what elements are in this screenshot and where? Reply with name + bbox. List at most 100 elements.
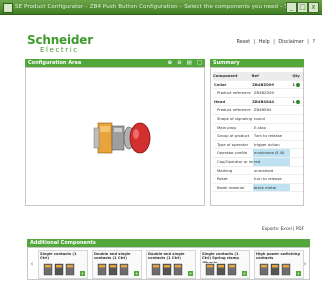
table-row[interactable]: Product reference ZB4BZ009 <box>213 89 303 98</box>
summary-panel: Component Ref Qty Collar ZB4BZ009 1 Product… <box>210 67 304 206</box>
ref-cell: ZB4BZ009 <box>252 81 275 87</box>
table-row[interactable]: Group of product Turn to release <box>213 132 303 141</box>
add-icon[interactable]: + <box>134 271 139 276</box>
mushroom-highlight <box>133 129 139 139</box>
component-card[interactable]: Double and single contacts (1 Ctrl) + <box>92 250 142 279</box>
additional-components-header: Additional Components <box>27 239 310 247</box>
component-cell: Product reference <box>217 90 251 96</box>
column-header: Ref <box>251 73 259 78</box>
table-row[interactable]: Head ZB4BS844 1 <box>213 98 303 107</box>
component-cell: Bezel material <box>217 184 245 190</box>
table-row[interactable]: Collar ZB4BZ009 1 <box>213 81 303 90</box>
contact-terminal-shape <box>67 265 73 268</box>
component-cell: Product reference <box>217 107 251 113</box>
contact-terminal-shape <box>56 265 62 268</box>
separator: | <box>253 40 256 45</box>
ref-cell: red <box>252 157 290 166</box>
component-cell: Main prop <box>217 124 236 130</box>
ref-cell: E-stop <box>253 124 266 130</box>
qty-cell <box>290 132 303 140</box>
component-card[interactable]: Double and single contacts (1 Ctrl) + <box>146 250 196 279</box>
disclaimer-link[interactable]: Disclaimer <box>278 40 303 45</box>
table-header: Component Ref Qty <box>213 72 303 81</box>
add-icon[interactable]: + <box>80 271 85 276</box>
component-card[interactable]: Single contacts (1 Ctrl) + <box>38 250 88 279</box>
column-header: Component <box>213 73 238 78</box>
add-icon[interactable]: + <box>296 271 301 276</box>
minimize-button[interactable]: _ <box>286 2 297 13</box>
component-cell: Reset <box>217 176 228 182</box>
qty-cell <box>290 175 303 183</box>
contact-terminal-shape <box>283 265 289 268</box>
status-dot-icon[interactable] <box>295 82 300 87</box>
window-title: SE Product Configurator – ZB4 Push Butto… <box>15 4 305 10</box>
product-3d-view[interactable] <box>26 68 204 205</box>
contact-terminal-shape <box>110 265 116 268</box>
configuration-toolbar: ⊕ ⊖ ▤ □ <box>165 59 202 67</box>
qty-value: 1 <box>292 98 295 104</box>
table-row[interactable]: Operator profile mushroom Ø 40 <box>213 149 303 158</box>
qty-cell <box>290 184 303 192</box>
qty-cell <box>290 115 303 123</box>
contact-block-image <box>259 263 291 276</box>
zoom-in-icon[interactable]: ⊕ <box>168 60 173 66</box>
component-cell: Marking <box>217 167 233 173</box>
separator: | <box>273 40 275 45</box>
contact-terminal-shape <box>121 265 127 268</box>
component-cell: Type of operator <box>217 141 249 147</box>
component-cell: Collar <box>214 81 227 87</box>
table-row[interactable]: Main prop E-stop <box>213 124 303 133</box>
help-link[interactable]: Help <box>259 40 270 45</box>
component-card-label: Double and single contacts (1 Ctrl) <box>94 252 131 261</box>
reset-link[interactable]: Reset <box>237 40 250 45</box>
ref-cell: round <box>253 115 265 121</box>
contact-terminal-shape <box>272 265 278 268</box>
qty-cell <box>290 149 303 157</box>
table-row[interactable]: Bezel material black metal <box>213 183 303 193</box>
contact-terminal-shape <box>207 265 213 268</box>
contact-terminal-shape <box>175 265 181 268</box>
component-cell: Group of product <box>217 133 250 139</box>
qty-cell: 1 <box>289 81 303 89</box>
schneider-logo[interactable]: Schneider Electric <box>27 34 93 54</box>
e-stop-mushroom-head <box>129 122 151 154</box>
ref-cell: unmarked <box>253 167 274 173</box>
table-row[interactable]: Type of operator trigger action <box>213 141 303 150</box>
component-card-label: Single contacts (1 Ctrl) Spring clamp /P… <box>202 252 239 263</box>
ref-cell: mushroom Ø 40 <box>252 149 290 157</box>
close-button[interactable]: x <box>308 2 319 13</box>
zoom-out-icon[interactable]: ⊖ <box>177 60 182 66</box>
ref-cell: Turn to release <box>253 133 283 139</box>
ref-cell: black metal <box>252 183 290 192</box>
table-row[interactable]: Product reference ZB4BS84 <box>213 106 303 115</box>
component-card[interactable]: High power switching contacts + <box>254 250 304 279</box>
summary-title: Summary <box>213 60 240 66</box>
table-row[interactable]: Shape of signaling round <box>213 115 303 124</box>
print-icon[interactable]: ▤ <box>187 60 192 66</box>
additional-components-strip: ‹ › Single contacts (1 Ctrl) + Double and … <box>27 247 310 280</box>
add-icon[interactable]: + <box>242 271 247 276</box>
qty-value: 1 <box>292 81 295 87</box>
exports-links[interactable]: Exports: Excel | PDF <box>210 226 304 231</box>
component-card-label: High power switching contacts <box>256 252 300 261</box>
component-cell: Head <box>214 98 226 104</box>
component-cell: Operator profile <box>217 150 248 156</box>
add-icon[interactable]: + <box>188 271 193 276</box>
contact-block-face <box>100 126 110 132</box>
component-card[interactable]: Single contacts (1 Ctrl) Spring clamp /P… <box>200 250 250 279</box>
fullscreen-icon[interactable]: □ <box>197 60 202 66</box>
table-row[interactable]: Reset turn to release <box>213 175 303 184</box>
ref-cell: trigger action <box>253 141 280 147</box>
status-dot-icon[interactable] <box>295 99 300 104</box>
contact-terminal-shape <box>99 265 105 268</box>
table-row[interactable]: Marking unmarked <box>213 167 303 176</box>
table-row[interactable]: Cap/Operator or len red <box>213 157 303 167</box>
logo-word-2: Electric <box>40 46 79 54</box>
qty-cell: 1 <box>289 98 303 106</box>
help-question-link[interactable]: ? <box>312 40 315 45</box>
contact-block-image <box>205 263 237 276</box>
contact-terminal-shape <box>261 265 267 268</box>
contact-terminal-shape <box>153 265 159 268</box>
scroll-left-arrow[interactable]: ‹ <box>29 256 35 272</box>
maximize-button[interactable]: □ <box>297 2 308 13</box>
